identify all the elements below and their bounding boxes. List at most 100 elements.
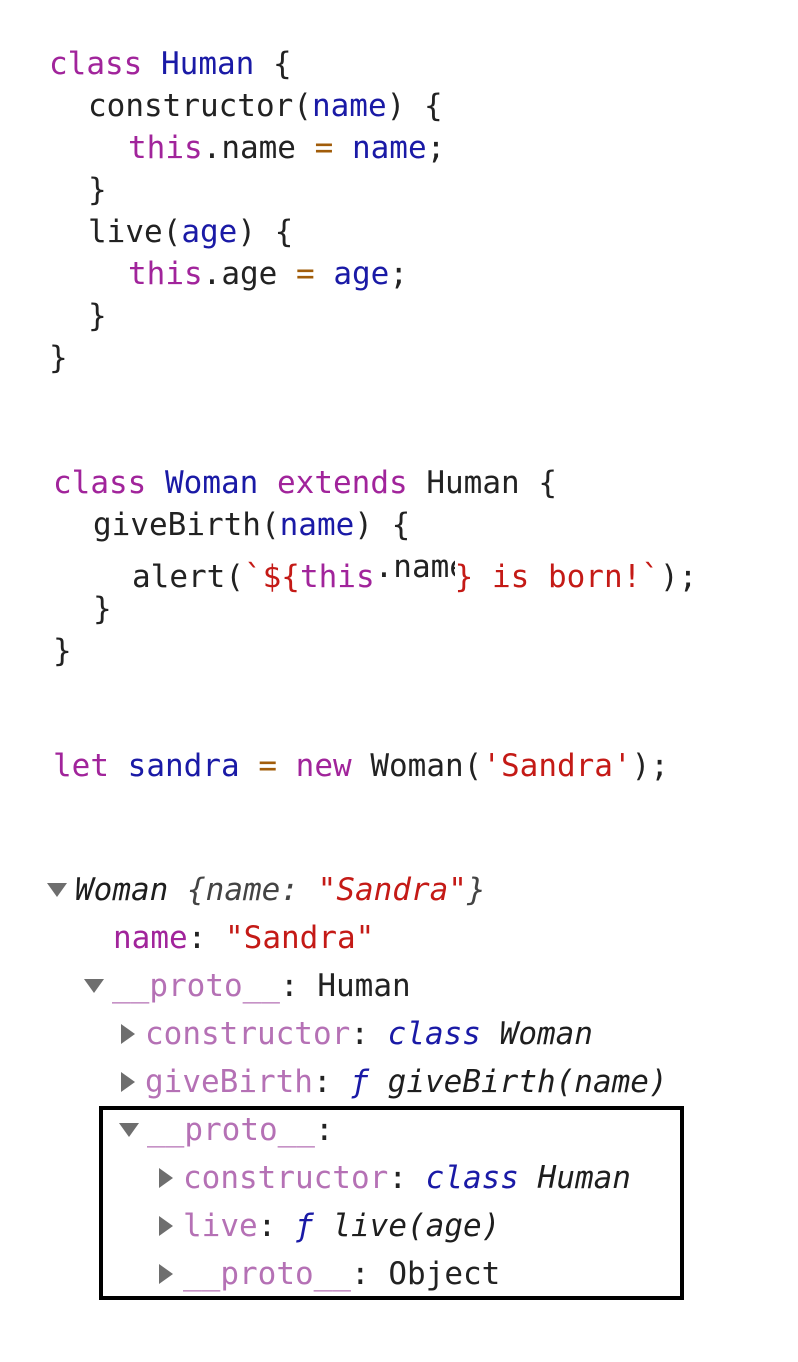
- this-keyword: this: [299, 559, 375, 595]
- assign-operator: =: [258, 748, 277, 784]
- let-keyword: let: [53, 748, 109, 784]
- code-line-let-sandra: let sandra = new Woman('Sandra');: [53, 746, 669, 786]
- console-proto-human-row[interactable]: __proto__: Human: [84, 966, 411, 1006]
- class-name-human: Human: [161, 46, 255, 82]
- expand-arrow-right-icon[interactable]: [159, 1263, 173, 1284]
- dot-name: .name: [202, 130, 315, 166]
- givebirth-signature: giveBirth(name): [387, 1064, 668, 1100]
- open-brace: {: [254, 46, 292, 82]
- param-age: age: [181, 214, 238, 250]
- code-line-givebirth: giveBirth(name) {: [93, 505, 410, 545]
- colon: :: [187, 920, 207, 956]
- console-proto-inner-row[interactable]: __proto__:: [119, 1110, 334, 1150]
- expand-arrow-right-icon[interactable]: [159, 1215, 173, 1236]
- root-type: Woman: [75, 872, 169, 908]
- prop-value-sandra: "Sandra": [225, 920, 375, 956]
- paren-brace: ) {: [354, 507, 411, 543]
- root-preview-value: "Sandra": [317, 872, 467, 908]
- param-name: name: [311, 88, 387, 124]
- name-variable: name: [351, 130, 427, 166]
- close-brace: }: [88, 172, 107, 208]
- class-keyword: class: [425, 1160, 519, 1196]
- paren-brace: ) {: [237, 214, 294, 250]
- extends-keyword: extends: [277, 465, 408, 501]
- colon: :: [350, 1256, 370, 1292]
- constructor-method: constructor(: [88, 88, 312, 124]
- code-line-close-brace: }: [93, 589, 112, 629]
- class-keyword: class: [53, 465, 147, 501]
- code-line-alert: alert(`${this.name } is born!`);: [132, 547, 697, 595]
- colon: :: [350, 1016, 369, 1052]
- console-constructor-woman-row[interactable]: constructor: class Woman: [121, 1014, 593, 1054]
- colon: :: [279, 968, 299, 1004]
- root-preview-close: }: [466, 872, 486, 908]
- prop-key-name: name: [113, 920, 188, 956]
- new-keyword: new: [295, 748, 352, 784]
- code-line-this-age-assign: this.age = age;: [128, 254, 408, 294]
- dot-name: .name: [374, 549, 455, 585]
- class-name-human: Human: [537, 1160, 631, 1196]
- expand-arrow-down-icon[interactable]: [47, 882, 67, 897]
- console-proto-object-row[interactable]: __proto__: Object: [159, 1254, 500, 1294]
- constructor-key: constructor: [183, 1160, 389, 1196]
- paren-brace: ) {: [386, 88, 443, 124]
- expand-arrow-right-icon[interactable]: [121, 1071, 135, 1092]
- live-signature: live(age): [332, 1208, 501, 1244]
- close-brace: }: [88, 298, 107, 334]
- proto-type-object: Object: [388, 1256, 501, 1292]
- sandra-string: 'Sandra': [482, 748, 632, 784]
- class-name-woman: Woman: [165, 465, 259, 501]
- close-brace: }: [49, 340, 68, 376]
- proto-type-human: Human: [317, 968, 411, 1004]
- console-givebirth-row[interactable]: giveBirth: ƒ giveBirth(name): [121, 1062, 668, 1102]
- code-line-live: live(age) {: [88, 212, 293, 252]
- code-line-close-brace: }: [88, 170, 107, 210]
- console-root-row[interactable]: Woman {name: "Sandra"}: [47, 870, 486, 910]
- code-line-constructor: constructor(name) {: [88, 86, 443, 126]
- console-prop-name: name: "Sandra": [113, 918, 374, 958]
- proto-key: __proto__: [112, 968, 280, 1004]
- class-keyword: class: [387, 1016, 481, 1052]
- console-constructor-human-row[interactable]: constructor: class Human: [159, 1158, 631, 1198]
- code-line-close-brace: }: [88, 296, 107, 336]
- constructor-key: constructor: [145, 1016, 351, 1052]
- function-symbol: ƒ: [350, 1064, 369, 1100]
- expand-arrow-right-icon[interactable]: [121, 1023, 135, 1044]
- colon: :: [312, 1064, 332, 1100]
- close-brace: }: [93, 591, 112, 627]
- code-line-close-brace: }: [49, 338, 68, 378]
- expand-arrow-down-icon[interactable]: [84, 978, 104, 993]
- template-start: `${: [243, 559, 300, 595]
- call-close: );: [631, 748, 669, 784]
- proto-key: __proto__: [183, 1256, 351, 1292]
- alert-close: );: [659, 559, 698, 595]
- class-keyword: class: [49, 46, 143, 82]
- code-line-class-human: class Human {: [49, 44, 292, 84]
- template-end: } is born!`: [454, 559, 660, 595]
- proto-key: __proto__: [147, 1112, 315, 1148]
- this-keyword: this: [128, 130, 203, 166]
- param-name: name: [279, 507, 355, 543]
- sandra-variable: sandra: [127, 748, 240, 784]
- live-key: live: [183, 1208, 258, 1244]
- age-variable: age: [333, 256, 390, 292]
- code-line-this-name-assign: this.name = name;: [128, 128, 445, 168]
- function-symbol: ƒ: [295, 1208, 314, 1244]
- this-keyword: this: [128, 256, 203, 292]
- givebirth-key: giveBirth: [145, 1064, 313, 1100]
- givebirth-method: giveBirth(: [93, 507, 280, 543]
- open-brace: {: [519, 465, 557, 501]
- class-name-woman: Woman: [499, 1016, 593, 1052]
- close-brace: }: [53, 633, 72, 669]
- class-name-human: Human: [426, 465, 520, 501]
- code-line-class-woman: class Woman extends Human {: [53, 463, 557, 503]
- dot-age: .age: [202, 256, 296, 292]
- expand-arrow-down-icon[interactable]: [119, 1122, 139, 1137]
- root-preview-open: {name:: [187, 872, 318, 908]
- assign-operator: =: [295, 256, 315, 292]
- colon: :: [257, 1208, 277, 1244]
- expand-arrow-right-icon[interactable]: [159, 1167, 173, 1188]
- woman-constructor-call: Woman(: [370, 748, 483, 784]
- console-live-row[interactable]: live: ƒ live(age): [159, 1206, 500, 1246]
- semicolon: ;: [389, 256, 408, 292]
